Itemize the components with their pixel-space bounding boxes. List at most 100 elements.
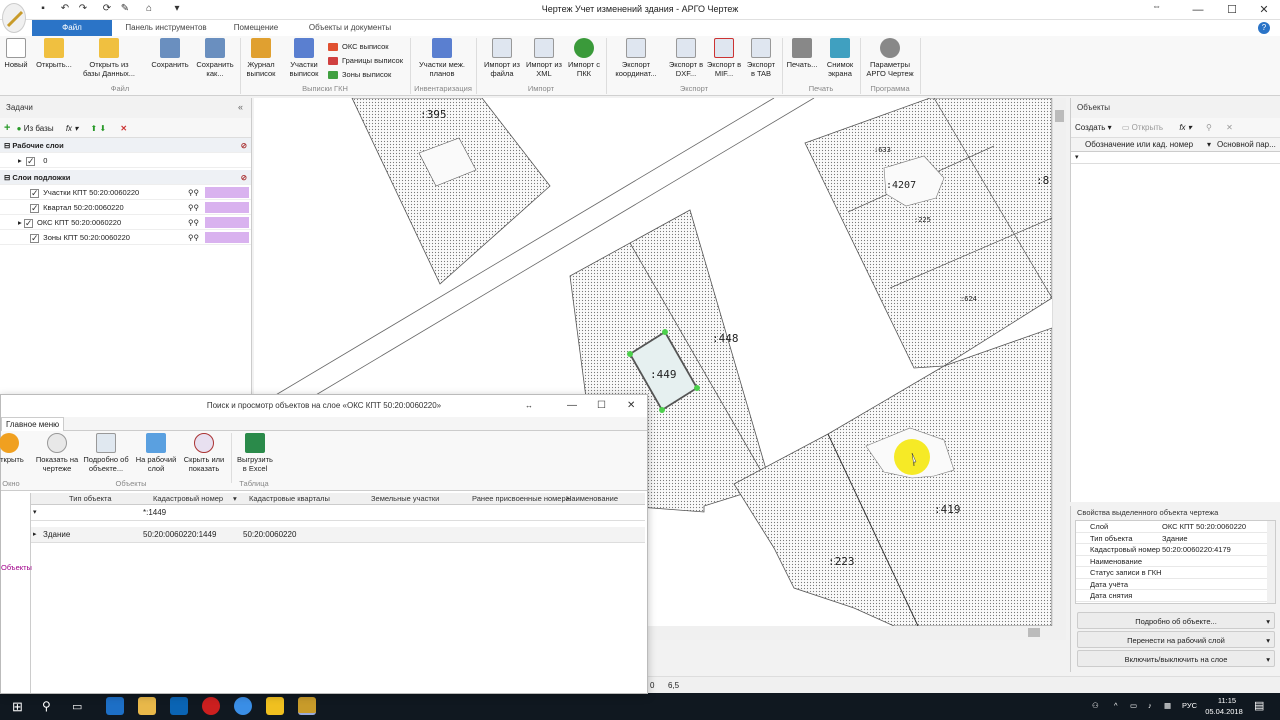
layer-row[interactable]: Зоны КПТ 50:20:0060220 ⚲⚲ [0,230,251,246]
people-icon[interactable]: ⚇ [1092,701,1099,710]
layer-row[interactable]: ▸ ОКС КПТ 50:20:0060220⚲⚲ [0,215,251,231]
tab-toolbar[interactable]: Панель инструментов [116,20,216,36]
details-button[interactable]: Подробно об объекте... ▾ [1077,612,1275,629]
col-header[interactable]: Основной пар... [1217,138,1276,152]
oks-button[interactable]: ОКС выписок [328,40,389,53]
print-button[interactable]: Печать... [784,38,820,69]
function-icon[interactable]: fx ▾ [1179,123,1191,132]
close-button[interactable]: ✕ [1246,0,1280,20]
open-db-button[interactable]: Открыть из базы Данных... [80,38,138,78]
export-mif-button[interactable]: Экспорт в MIF... [706,38,742,78]
base-layers-group[interactable]: ⊟ Слои подложки ⊘ [0,170,251,185]
minimize-button[interactable]: — [567,395,577,417]
search-icon[interactable]: ⚲ [42,699,51,713]
add-icon[interactable]: + [4,122,10,134]
windows-start-icon[interactable]: ⊞ [12,699,23,715]
work-layers-group[interactable]: ⊟ Рабочие слои ⊘ [0,138,251,153]
sidebar-objects-link[interactable]: Объекты [1,563,32,572]
hide-show-button[interactable]: Скрыть или показать [181,433,227,473]
notifications-icon[interactable]: ▤ [1254,699,1264,712]
cad-number-filter-input[interactable]: *:1449 [143,507,239,519]
col-header[interactable]: Кадастровый номер [153,493,223,505]
tools-icon[interactable]: ✎ [118,3,132,17]
tray-expand-icon[interactable]: ^ [1114,701,1118,710]
eye-off-icon[interactable]: ⊘ [241,170,247,185]
layer-color-swatch[interactable] [205,187,249,198]
import-file-button[interactable]: Импорт из файла [480,38,524,78]
col-header[interactable]: Ранее присвоенные номера [472,493,570,505]
toggle-layer-button[interactable]: Включить/выключить на слое ▾ [1077,650,1275,667]
layer-row[interactable]: Участки КПТ 50:20:0060220 ⚲⚲ [0,185,251,201]
col-header[interactable]: Кадастровые кварталы [249,493,330,505]
journal-button[interactable]: Журнал выписок [244,38,278,78]
collapse-icon[interactable]: « [238,102,243,112]
binoculars-icon[interactable]: ⚲⚲ [188,230,199,245]
parcel-395[interactable] [351,98,551,285]
map-hscroll[interactable] [648,626,1066,640]
help-icon[interactable]: ? [1258,22,1270,34]
dropdown-icon[interactable]: ▾ [170,3,184,17]
function-icon[interactable]: fx ▾ [66,124,78,133]
plots-plans-button[interactable]: Участки меж. планов [414,38,470,78]
outlook-icon[interactable] [170,697,188,715]
clock-time[interactable]: 11:15 [1212,696,1242,705]
save-icon[interactable]: ▪ [36,3,50,17]
layer-checkbox[interactable] [30,201,39,216]
close-button[interactable]: ✕ [627,395,635,417]
home-icon[interactable]: ⌂ [142,3,156,17]
export-excel-button[interactable]: Выгрузить в Excel [235,433,275,473]
binoculars-icon[interactable]: ⚲⚲ [188,200,199,215]
plots-button[interactable]: Участки выписок [284,38,324,78]
export-dxf-button[interactable]: Экспорт в DXF... [668,38,704,78]
parcel-419[interactable] [733,327,1052,626]
open-button[interactable]: Открыть... [32,38,76,69]
from-db-button[interactable]: Из базы [24,124,54,133]
clock-date[interactable]: 05.04.2018 [1202,707,1246,716]
binoculars-icon[interactable]: ⚲⚲ [188,215,199,230]
delete-icon[interactable]: ✕ [120,124,127,133]
tab-file[interactable]: Файл [32,20,112,36]
minimize-button[interactable]: — [1180,0,1216,20]
layer-checkbox[interactable] [25,154,35,169]
open-button[interactable]: ▭ Открыть [1122,123,1163,132]
layer-color-swatch[interactable] [205,232,249,243]
object-details-button[interactable]: Подробно об объекте... [81,433,131,473]
import-gkn-button[interactable]: Импорт с ПКК [566,38,602,78]
scroll-thumb[interactable] [1028,628,1040,637]
keyboard-icon[interactable]: ▦ [1164,701,1171,710]
map-vscroll[interactable] [1052,98,1066,626]
col-header[interactable]: Земельные участки [371,493,439,505]
export-coords-button[interactable]: Экспорт координат... [608,38,664,78]
search-icon[interactable]: ⚲ [1206,123,1212,132]
explorer-icon[interactable] [138,697,156,715]
task-view-icon[interactable]: ▭ [72,700,82,713]
layer-checkbox[interactable] [30,186,39,201]
props-scrollbar[interactable] [1267,521,1275,603]
refresh-icon[interactable]: ⟳ [100,3,114,17]
new-button[interactable]: Новый [2,38,30,69]
tab-room[interactable]: Помещение [226,20,286,36]
binoculars-icon[interactable]: ⚲⚲ [188,185,199,200]
parcel-4207[interactable] [804,98,1052,369]
layer-row[interactable]: Квартал 50:20:0060220 ⚲⚲ [0,200,251,216]
show-on-drawing-button[interactable]: Показать на чертеже [35,433,79,473]
maximize-button[interactable]: ☐ [1214,0,1250,20]
import-xml-button[interactable]: Импорт из XML [526,38,562,78]
export-tab-button[interactable]: Экспорт в TAB [744,38,778,78]
teamviewer-icon[interactable] [234,697,252,715]
save-as-button[interactable]: Сохранить как... [194,38,236,78]
params-button[interactable]: Параметры АРГО Чертеж [862,38,918,78]
app-icon[interactable] [266,697,284,715]
create-button[interactable]: Создать ▾ [1075,123,1112,132]
opera-icon[interactable] [202,697,220,715]
delete-icon[interactable]: ✕ [1226,123,1233,132]
arrow-down-icon[interactable]: ⬇ [99,124,106,133]
to-work-layer-button[interactable]: На рабочий слой [133,433,179,473]
undo-icon[interactable]: ↶ [58,3,72,17]
arrow-up-icon[interactable]: ⬆ [91,124,98,133]
tab-objects-docs[interactable]: Объекты и документы [300,20,400,36]
borders-button[interactable]: Границы выписок [328,54,403,67]
dialog-open-button[interactable]: Открыть [0,433,25,464]
argo-icon[interactable] [298,697,316,715]
table-row[interactable]: ▸ Здание 50:20:0060220:1449 50:20:006022… [31,527,645,543]
